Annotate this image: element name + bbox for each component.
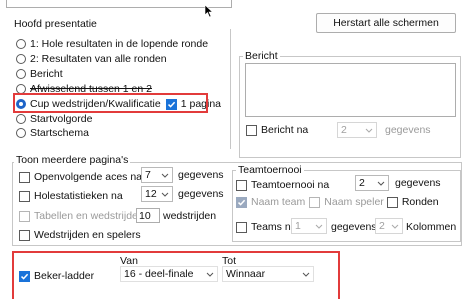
radio-button[interactable] [16, 69, 26, 79]
openvolgende-row: Openvolgende aces na [19, 171, 142, 183]
chevron-down-icon [365, 128, 373, 133]
tabellen-suffix: wedstrijden [163, 210, 217, 222]
teams-na-checkbox[interactable] [236, 221, 247, 233]
radio-button[interactable] [16, 114, 26, 124]
radio-label: 1: Hole resultaten in de lopende ronde [30, 38, 209, 50]
teamtoernooi-na-label: Teamtoernooi na [251, 179, 330, 191]
radio-button[interactable] [16, 128, 26, 138]
restart-all-screens-button[interactable]: Herstart alle schermen [316, 13, 456, 33]
holestat-select[interactable]: 12 [141, 186, 173, 202]
ronden-checkbox[interactable] [386, 196, 398, 208]
naam-team-label: Naam team [251, 196, 306, 208]
kolommen-label: Kolommen [406, 221, 457, 233]
ronden-label: Ronden [401, 196, 439, 208]
bericht-na-row: Bericht na [246, 124, 308, 136]
radio-option-startvolgorde[interactable]: Startvolgorde [16, 113, 92, 125]
naam-opties-row: Naam team Naam speler Ronden [236, 196, 439, 208]
radio-button[interactable] [16, 54, 26, 64]
top-input-partial[interactable] [6, 0, 232, 8]
tabellen-row: Tabellen en wedstrijden [19, 210, 144, 222]
wedstrijden-label: Wedstrijden en spelers [34, 229, 141, 241]
holestat-row: Holestatistieken na [19, 190, 123, 202]
teamtoernooi-na-checkbox[interactable] [236, 179, 247, 191]
bericht-na-label: Bericht na [261, 124, 309, 136]
bericht-na-checkbox[interactable] [246, 124, 257, 136]
holestat-label: Holestatistieken na [34, 190, 123, 202]
bericht-gegevens-label: gegevens [385, 124, 431, 136]
radio-label: Startvolgorde [30, 113, 93, 125]
highlight-beker-section [12, 251, 340, 299]
teams-na-label: Teams na [251, 221, 297, 233]
wedstrijden-row: Wedstrijden en spelers [19, 229, 141, 241]
openvolgende-select[interactable]: 7 [141, 167, 173, 183]
teams-na-select[interactable]: 1 [291, 218, 327, 234]
bericht-na-select[interactable]: 2 [337, 122, 377, 138]
teamtoernooi-gegevens: gegevens [395, 177, 441, 189]
wedstrijden-checkbox[interactable] [19, 229, 30, 241]
hoofd-presentatie-title: Hoofd presentatie [14, 18, 97, 30]
radio-option-bericht[interactable]: Bericht [16, 68, 63, 80]
naam-speler-checkbox[interactable] [309, 196, 321, 208]
teamtoernooi-na-row: Teamtoernooi na [236, 179, 329, 191]
toon-title: Toon meerdere pagina's [14, 154, 131, 166]
naam-speler-label: Naam speler [324, 196, 384, 208]
mouse-cursor-icon [204, 4, 214, 18]
chevron-down-icon [377, 181, 385, 186]
teams-na-row: Teams na [236, 221, 297, 233]
openvolgende-gegevens: gegevens [178, 169, 224, 181]
tabellen-label: Tabellen en wedstrijden [34, 210, 144, 222]
chevron-down-icon [161, 173, 169, 178]
tabellen-checkbox[interactable] [19, 210, 30, 222]
highlight-cup-option [13, 93, 208, 113]
bericht-textarea[interactable] [245, 63, 456, 117]
radio-label: Bericht [30, 68, 63, 80]
teamtoernooi-title: Teamtoernooi [236, 164, 304, 176]
openvolgende-checkbox[interactable] [19, 171, 30, 183]
teams-gegevens: gegevens [331, 221, 377, 233]
openvolgende-label: Openvolgende aces na [34, 171, 142, 183]
tabellen-input[interactable]: 10 [136, 208, 160, 223]
radio-option-2[interactable]: 2: Resultaten van alle ronden [16, 53, 167, 65]
bericht-title: Bericht [243, 50, 280, 62]
radio-option-1[interactable]: 1: Hole resultaten in de lopende ronde [16, 38, 208, 50]
naam-team-checkbox[interactable] [236, 196, 247, 208]
holestat-checkbox[interactable] [19, 190, 30, 202]
radio-button[interactable] [16, 39, 26, 49]
teamtoernooi-na-select[interactable]: 2 [355, 175, 389, 191]
chevron-down-icon [315, 224, 323, 229]
chevron-down-icon [391, 224, 399, 229]
kolommen-select[interactable]: 2 [375, 218, 403, 234]
radio-option-startschema[interactable]: Startschema [16, 127, 89, 139]
radio-label: 2: Resultaten van alle ronden [30, 53, 167, 65]
radio-label: Startschema [30, 127, 89, 139]
chevron-down-icon [161, 192, 169, 197]
holestat-gegevens: gegevens [178, 188, 224, 200]
